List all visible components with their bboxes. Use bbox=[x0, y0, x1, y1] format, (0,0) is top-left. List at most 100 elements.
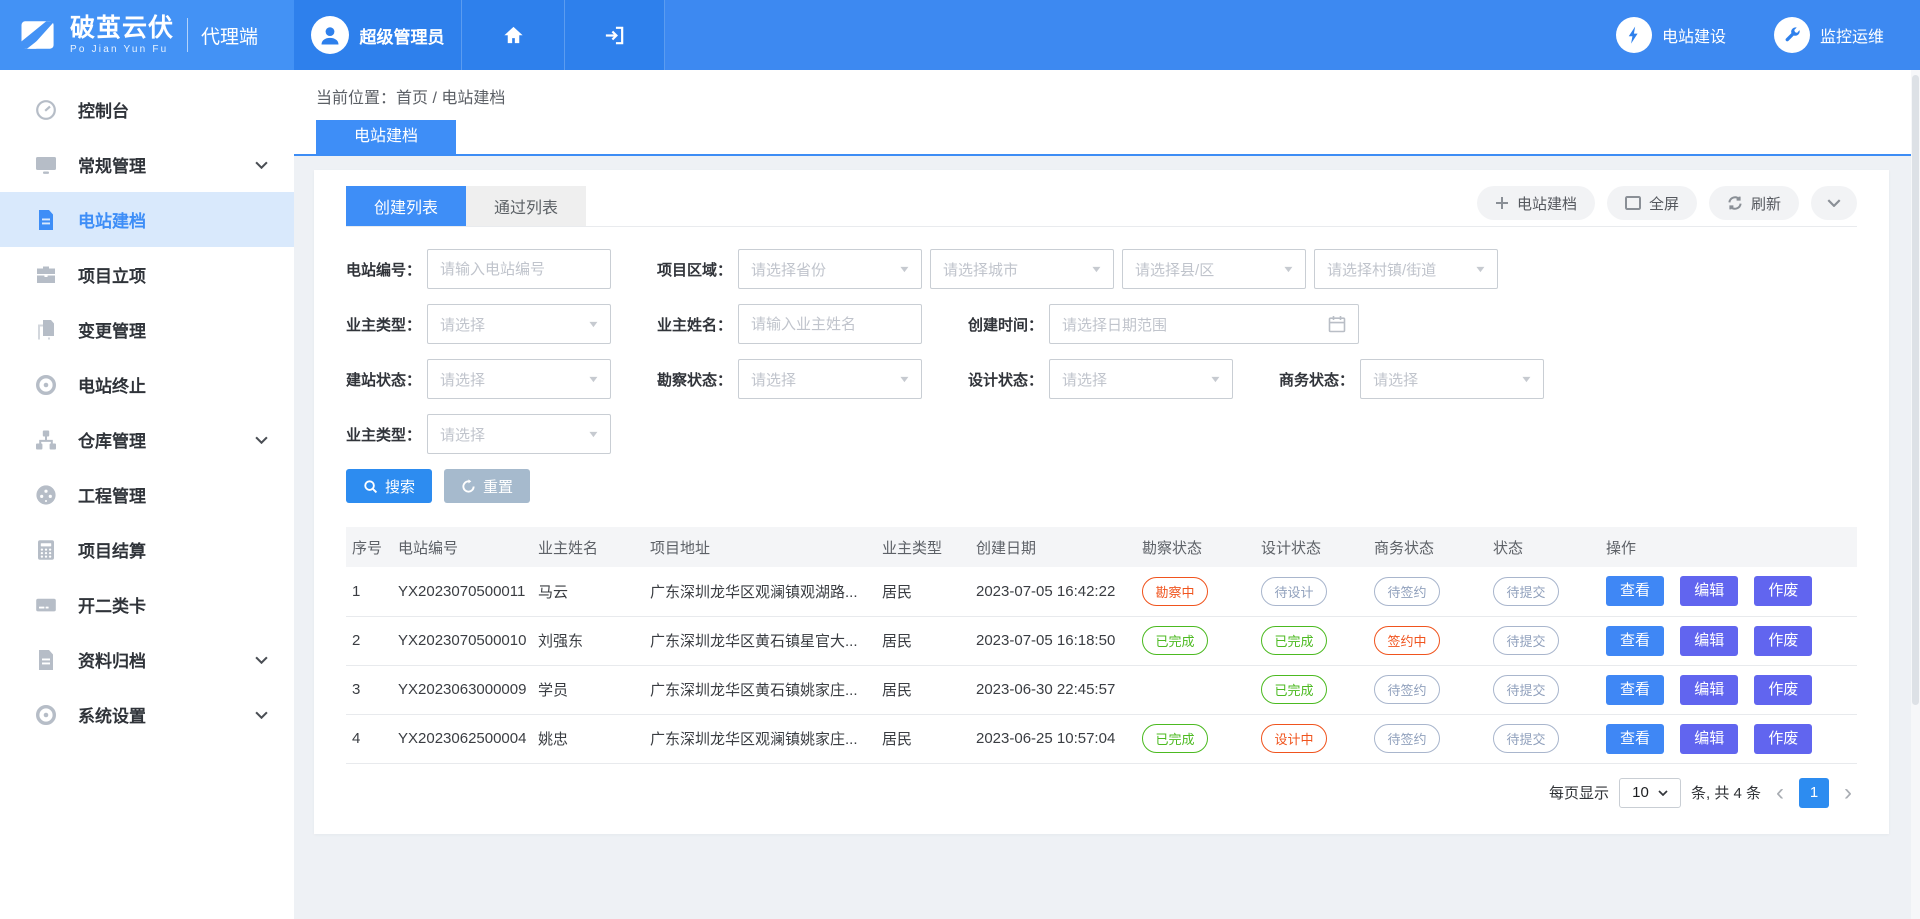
col-type: 业主类型 bbox=[876, 527, 970, 567]
sidebar-item-project-settlement[interactable]: 项目结算 bbox=[0, 522, 294, 577]
design-status-select[interactable]: 请选择▼ bbox=[1049, 359, 1233, 399]
cell-address: 广东深圳龙华区观澜镇姚家庄... bbox=[644, 714, 876, 763]
business-status-badge: 待签约 bbox=[1374, 577, 1440, 606]
province-select[interactable]: 请选择省份▼ bbox=[738, 249, 922, 289]
city-select[interactable]: 请选择城市▼ bbox=[930, 249, 1114, 289]
sidebar-item-data-archive[interactable]: 资料归档 bbox=[0, 632, 294, 687]
cell-owner: 马云 bbox=[532, 567, 644, 616]
nav-station-build-label: 电站建设 bbox=[1662, 23, 1726, 47]
station-code-label: 电站编号： bbox=[346, 259, 421, 280]
prev-page-button[interactable]: ‹ bbox=[1771, 780, 1789, 806]
owner-type2-select[interactable]: 请选择▼ bbox=[427, 414, 611, 454]
cell-owner: 刘强东 bbox=[532, 616, 644, 665]
add-station-button[interactable]: 电站建档 bbox=[1477, 186, 1595, 220]
user-menu[interactable]: 超级管理员 bbox=[294, 0, 462, 70]
collapse-toolbar-button[interactable] bbox=[1811, 186, 1857, 220]
col-status: 状态 bbox=[1487, 527, 1600, 567]
page-tab-station-archive[interactable]: 电站建档 bbox=[316, 120, 456, 154]
sidebar-item-change-mgmt[interactable]: 变更管理 bbox=[0, 302, 294, 357]
reset-icon bbox=[461, 479, 476, 494]
col-code: 电站编号 bbox=[392, 527, 532, 567]
cell-created: 2023-07-05 16:42:22 bbox=[970, 567, 1136, 616]
sidebar-item-label: 工程管理 bbox=[78, 482, 146, 507]
edit-button[interactable]: 编辑 bbox=[1680, 724, 1738, 754]
nav-station-build[interactable]: 电站建设 bbox=[1616, 17, 1726, 53]
cell-code: YX2023070500010 bbox=[392, 616, 532, 665]
search-button[interactable]: 搜索 bbox=[346, 469, 432, 503]
cell-type: 居民 bbox=[876, 567, 970, 616]
sidebar-item-station-archive[interactable]: 电站建档 bbox=[0, 192, 294, 247]
reset-button[interactable]: 重置 bbox=[444, 469, 530, 503]
home-button[interactable] bbox=[462, 0, 565, 70]
cell-address: 广东深圳龙华区观澜镇观湖路... bbox=[644, 567, 876, 616]
nav-monitor-ops[interactable]: 监控运维 bbox=[1774, 17, 1884, 53]
fullscreen-button[interactable]: 全屏 bbox=[1607, 186, 1697, 220]
view-button[interactable]: 查看 bbox=[1606, 675, 1664, 705]
sidebar-item-warehouse-mgmt[interactable]: 仓库管理 bbox=[0, 412, 294, 467]
owner-name-input[interactable] bbox=[751, 316, 909, 333]
table-header-row: 序号 电站编号 业主姓名 项目地址 业主类型 创建日期 勘察状态 设计状态 商务… bbox=[346, 527, 1857, 567]
survey-status-badge: 已完成 bbox=[1142, 724, 1208, 753]
avatar bbox=[311, 16, 349, 54]
sidebar-item-console[interactable]: 控制台 bbox=[0, 82, 294, 137]
sidebar-item-open-card[interactable]: 开二类卡 bbox=[0, 577, 294, 632]
briefcase-icon bbox=[34, 263, 58, 287]
station-table: 序号 电站编号 业主姓名 项目地址 业主类型 创建日期 勘察状态 设计状态 商务… bbox=[346, 527, 1857, 764]
void-button[interactable]: 作废 bbox=[1754, 675, 1812, 705]
cell-index: 3 bbox=[346, 665, 392, 714]
sidebar-item-label: 开二类卡 bbox=[78, 592, 146, 617]
per-page-select[interactable]: 10 bbox=[1619, 778, 1681, 808]
void-button[interactable]: 作废 bbox=[1754, 724, 1812, 754]
scrollbar-thumb[interactable] bbox=[1912, 75, 1919, 705]
logout-icon bbox=[603, 24, 626, 47]
app-header: 破茧云伏 Po Jian Yun Fu 代理端 超级管理员 电 bbox=[0, 0, 1920, 70]
edit-button[interactable]: 编辑 bbox=[1680, 626, 1738, 656]
status-badge: 待提交 bbox=[1493, 675, 1559, 704]
edit-button[interactable]: 编辑 bbox=[1680, 576, 1738, 606]
col-actions: 操作 bbox=[1600, 527, 1857, 567]
owner-type-select[interactable]: 请选择▼ bbox=[427, 304, 611, 344]
void-button[interactable]: 作废 bbox=[1754, 576, 1812, 606]
view-button[interactable]: 查看 bbox=[1606, 724, 1664, 754]
view-button[interactable]: 查看 bbox=[1606, 576, 1664, 606]
tab-created-list[interactable]: 创建列表 bbox=[346, 186, 466, 226]
table-row: 1 YX2023070500011 马云 广东深圳龙华区观澜镇观湖路... 居民… bbox=[346, 567, 1857, 616]
view-button[interactable]: 查看 bbox=[1606, 626, 1664, 656]
sidebar-item-engineering-mgmt[interactable]: 工程管理 bbox=[0, 467, 294, 522]
sidebar-item-project-approval[interactable]: 项目立项 bbox=[0, 247, 294, 302]
sidebar-item-label: 变更管理 bbox=[78, 317, 146, 342]
table-row: 2 YX2023070500010 刘强东 广东深圳龙华区黄石镇星官大... 居… bbox=[346, 616, 1857, 665]
edit-button[interactable]: 编辑 bbox=[1680, 675, 1738, 705]
station-code-input[interactable] bbox=[440, 261, 598, 278]
void-button[interactable]: 作废 bbox=[1754, 626, 1812, 656]
refresh-button[interactable]: 刷新 bbox=[1709, 186, 1799, 220]
tab-passed-list[interactable]: 通过列表 bbox=[466, 186, 586, 226]
sidebar-item-label: 电站终止 bbox=[78, 372, 146, 397]
sidebar-item-system-settings[interactable]: 系统设置 bbox=[0, 687, 294, 742]
status-badge: 待提交 bbox=[1493, 724, 1559, 753]
sidebar-item-general-mgmt[interactable]: 常规管理 bbox=[0, 137, 294, 192]
chevron-down-icon bbox=[255, 711, 268, 719]
business-status-select[interactable]: 请选择▼ bbox=[1360, 359, 1544, 399]
survey-status-select[interactable]: 请选择▼ bbox=[738, 359, 922, 399]
district-select[interactable]: 请选择县/区▼ bbox=[1122, 249, 1306, 289]
create-time-range-picker[interactable]: 请选择日期范围 bbox=[1049, 304, 1359, 344]
pages-icon bbox=[34, 318, 58, 342]
ring-icon bbox=[34, 373, 58, 397]
dropdown-caret-icon: ▼ bbox=[1209, 374, 1222, 384]
cell-type: 居民 bbox=[876, 665, 970, 714]
logout-button[interactable] bbox=[565, 0, 665, 70]
bolt-icon bbox=[1616, 17, 1652, 53]
street-select[interactable]: 请选择村镇/街道▼ bbox=[1314, 249, 1498, 289]
monitor-icon bbox=[34, 153, 58, 177]
business-status-badge: 签约中 bbox=[1374, 626, 1440, 655]
col-address: 项目地址 bbox=[644, 527, 876, 567]
pagination: 每页显示 10 条, 共 4 条 ‹ 1 › bbox=[346, 778, 1857, 832]
current-page[interactable]: 1 bbox=[1799, 778, 1829, 808]
cell-created: 2023-06-25 10:57:04 bbox=[970, 714, 1136, 763]
survey-status-badge: 已完成 bbox=[1142, 626, 1208, 655]
build-status-select[interactable]: 请选择▼ bbox=[427, 359, 611, 399]
sidebar-item-station-terminate[interactable]: 电站终止 bbox=[0, 357, 294, 412]
next-page-button[interactable]: › bbox=[1839, 780, 1857, 806]
dropdown-caret-icon: ▼ bbox=[1090, 264, 1103, 274]
